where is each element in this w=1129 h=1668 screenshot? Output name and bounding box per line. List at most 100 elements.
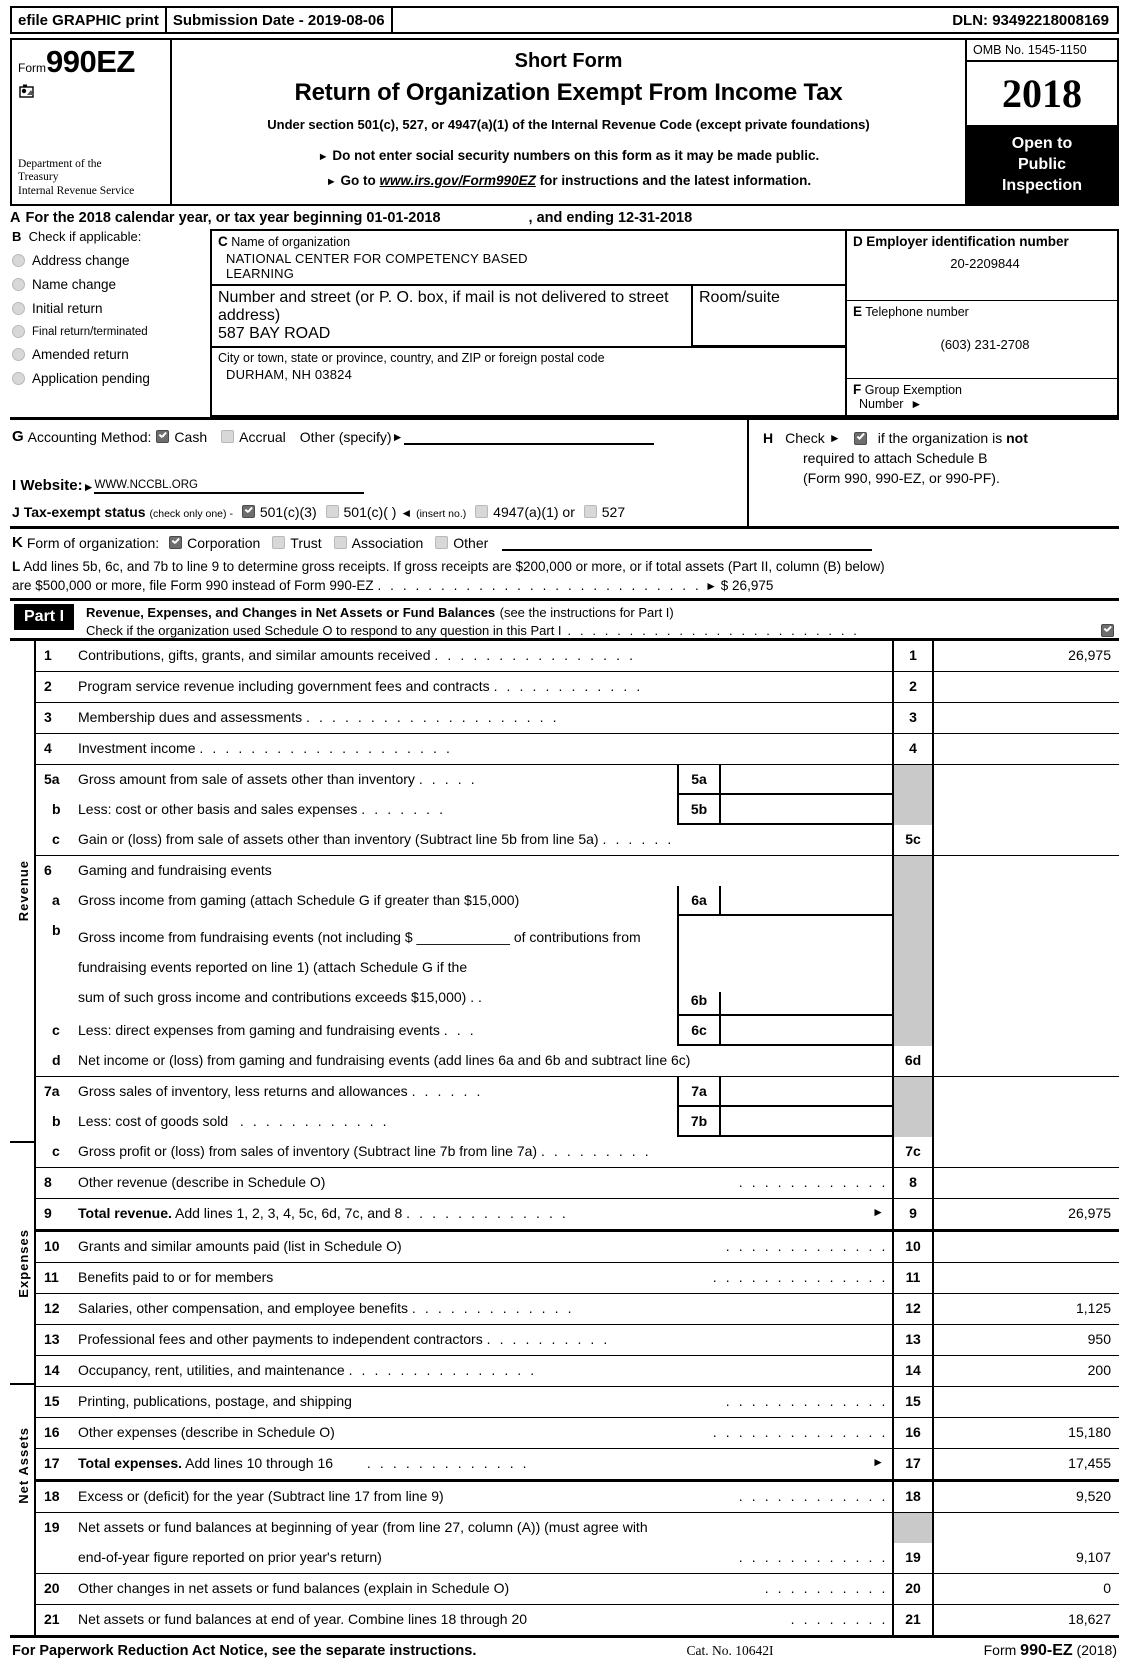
line-amount[interactable] [934, 672, 1119, 702]
section-g-accounting-method: G Accounting Method: Cash Accrual Other … [12, 428, 741, 445]
section-h-check-label: Check [785, 430, 825, 446]
section-g-letter: G [12, 428, 24, 445]
line-amount[interactable] [934, 825, 1119, 855]
line-description-text: Less: cost of goods sold [78, 1113, 229, 1129]
org-other-input[interactable] [502, 535, 873, 551]
section-i-letter: I [12, 477, 17, 494]
triangle-pointer-icon: ► [705, 579, 717, 593]
line-amount[interactable] [934, 1046, 1119, 1076]
line-amount[interactable] [934, 703, 1119, 733]
leader-dots: . . . [443, 1022, 477, 1038]
masthead-right: OMB No. 1545-1150 2018 Open to Public In… [965, 40, 1117, 204]
line-ref-number-shaded [892, 1016, 934, 1046]
checkbox-amended-return[interactable]: Amended return [12, 347, 210, 362]
line-amount[interactable]: 950 [934, 1325, 1119, 1355]
check-only-one-note: (check only one) - [149, 508, 233, 520]
checkbox-final-return[interactable]: Final return/terminated [12, 325, 210, 338]
line-amount[interactable]: 26,975 [934, 641, 1119, 671]
part-i-title: Revenue, Expenses, and Changes in Net As… [86, 604, 1119, 622]
line-amount[interactable] [934, 1387, 1119, 1417]
line-number: 8 [44, 1174, 52, 1190]
schedule-b-not-required-checkbox-icon[interactable] [853, 431, 867, 445]
final-return-checkbox-icon[interactable] [12, 325, 25, 338]
accrual-method-checkbox-icon[interactable] [221, 430, 235, 443]
status-501c3-checkbox-icon[interactable] [241, 505, 255, 518]
cash-method-checkbox-icon[interactable] [156, 430, 170, 443]
sub-line-amount[interactable] [721, 795, 892, 823]
section-l-line-2: are $500,000 or more, file Form 990 inst… [12, 576, 1117, 596]
leader-dots: . . . . . . . . . . . . [738, 1488, 888, 1504]
line-ref-number: 19 [892, 1543, 934, 1573]
line-number: 5a [44, 771, 60, 787]
line-number: 15 [44, 1393, 60, 1409]
room-suite-cell: Room/suite [693, 286, 845, 346]
line-amount[interactable]: 17,455 [934, 1449, 1119, 1479]
status-4947a1-checkbox-icon[interactable] [475, 505, 489, 518]
org-corporation-checkbox-icon[interactable] [169, 536, 183, 549]
address-change-checkbox-icon[interactable] [12, 254, 25, 267]
line-number: c [52, 1143, 60, 1159]
sub-amount-box: 7b [677, 1107, 892, 1137]
line-description: Gaming and fundraising events [78, 856, 677, 886]
line-description: Excess or (deficit) for the year (Subtra… [78, 1482, 892, 1512]
status-501c-checkbox-icon[interactable] [325, 505, 339, 518]
line-amount[interactable]: 15,180 [934, 1418, 1119, 1448]
application-pending-checkbox-icon[interactable] [12, 372, 25, 385]
sub-line-amount[interactable] [721, 886, 892, 914]
revenue-side-label: Revenue [10, 641, 36, 1143]
line-amount [934, 795, 1119, 825]
goto-prefix: Go to [340, 173, 380, 188]
accounting-method-label: Accounting Method: [27, 428, 152, 445]
table-row: 15 Printing, publications, postage, and … [36, 1387, 1119, 1418]
section-l-letter: L [12, 559, 21, 574]
gross-receipts-currency: $ [720, 578, 729, 593]
line-amount[interactable] [934, 1137, 1119, 1167]
website-value[interactable]: WWW.NCCBL.ORG [94, 479, 365, 494]
org-trust-checkbox-icon[interactable] [272, 536, 286, 549]
status-527-checkbox-icon[interactable] [583, 505, 597, 518]
triangle-bullet-icon: ► [317, 151, 329, 163]
table-row: c Less: direct expenses from gaming and … [36, 1016, 1119, 1046]
initial-return-checkbox-icon[interactable] [12, 302, 25, 315]
department-line-2: Treasury [18, 171, 59, 183]
line-amount[interactable] [934, 1232, 1119, 1262]
line-ref-number-shaded [892, 1513, 934, 1543]
form-of-org-label: Form of organization: [26, 534, 160, 551]
line-amount[interactable] [934, 1168, 1119, 1198]
sub-line-amount[interactable] [721, 1016, 892, 1044]
line-number [36, 1543, 78, 1573]
ein-value: 20-2209844 [950, 256, 1020, 271]
org-other-checkbox-icon[interactable] [435, 536, 449, 549]
line-amount[interactable]: 9,107 [934, 1543, 1119, 1573]
form-footer: For Paperwork Reduction Act Notice, see … [10, 1635, 1119, 1668]
line-amount[interactable]: 18,627 [934, 1605, 1119, 1635]
irs-form990ez-link[interactable]: www.irs.gov/Form990EZ [380, 173, 536, 188]
sub-line-ref: 5a [679, 765, 721, 793]
other-method-input[interactable] [403, 429, 654, 445]
org-association-checkbox-icon[interactable] [333, 536, 347, 549]
sub-line-amount[interactable] [721, 765, 892, 793]
sub-line-amount[interactable] [721, 1077, 892, 1105]
website-label: Website: [20, 477, 83, 494]
line-amount[interactable]: 200 [934, 1356, 1119, 1386]
line-amount[interactable] [934, 734, 1119, 764]
name-change-checkbox-icon[interactable] [12, 278, 25, 291]
line-description: Salaries, other compensation, and employ… [78, 1294, 892, 1324]
sub-line-amount[interactable] [721, 1107, 892, 1135]
leader-dots: . . . . . . . . . . . . . [725, 1393, 888, 1409]
checkbox-address-change[interactable]: Address change [12, 253, 210, 268]
line-amount[interactable]: 0 [934, 1574, 1119, 1604]
checkbox-name-change[interactable]: Name change [12, 277, 210, 292]
table-row: 11 Benefits paid to or for members . . .… [36, 1263, 1119, 1294]
table-row: 20 Other changes in net assets or fund b… [36, 1574, 1119, 1605]
section-def-column: D Employer identification number 20-2209… [847, 231, 1117, 415]
line-description-text: Printing, publications, postage, and shi… [78, 1393, 352, 1409]
checkbox-initial-return[interactable]: Initial return [12, 301, 210, 316]
amended-return-checkbox-icon[interactable] [12, 348, 25, 361]
line-amount[interactable] [934, 1263, 1119, 1293]
schedule-o-checkbox-icon[interactable] [1101, 624, 1114, 637]
line-amount[interactable]: 1,125 [934, 1294, 1119, 1324]
line-amount[interactable]: 9,520 [934, 1482, 1119, 1512]
line-amount[interactable]: 26,975 [934, 1199, 1119, 1229]
checkbox-application-pending[interactable]: Application pending [12, 371, 210, 386]
